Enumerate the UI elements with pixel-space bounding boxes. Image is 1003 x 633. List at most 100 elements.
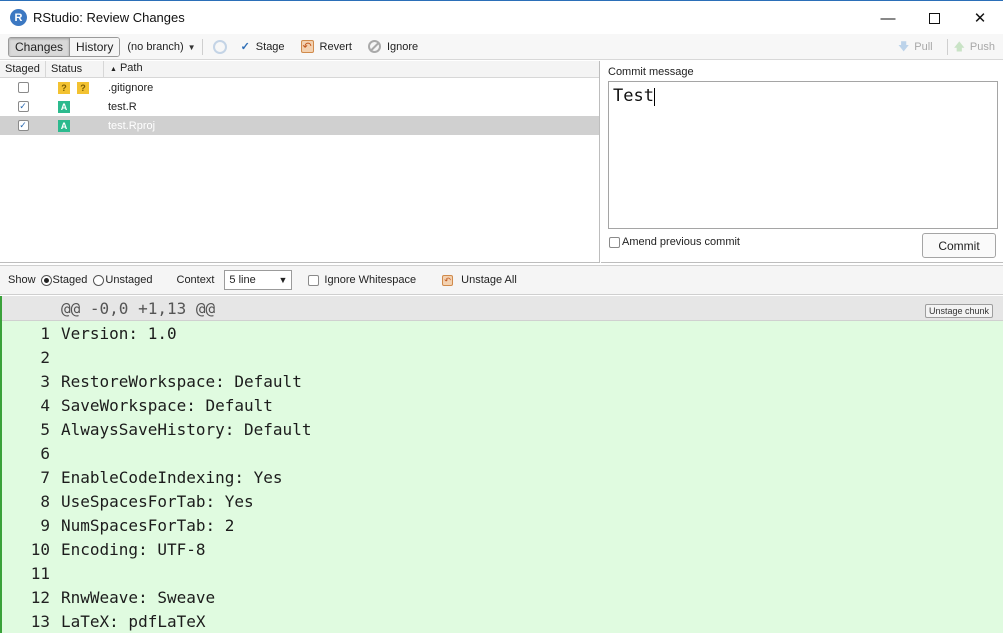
staged-checkbox[interactable] bbox=[17, 82, 29, 93]
diff-line: 12 RnwWeave: Sweave bbox=[2, 585, 1003, 609]
radio-icon bbox=[93, 274, 105, 286]
push-arrow-icon: 🡅 bbox=[953, 40, 965, 53]
staged-checkbox[interactable]: ✓ bbox=[17, 120, 29, 131]
show-label: Show bbox=[8, 274, 36, 286]
chevron-down-icon: ▼ bbox=[187, 42, 196, 52]
line-code: EnableCodeIndexing: Yes bbox=[61, 467, 283, 487]
tab-changes[interactable]: Changes bbox=[9, 37, 70, 56]
minimize-button[interactable]: — bbox=[865, 1, 911, 35]
staged-radio-label: Staged bbox=[52, 274, 88, 286]
diff-line: 2 bbox=[2, 345, 1003, 369]
commit-message-label: Commit message bbox=[608, 66, 694, 78]
path-header-label: Path bbox=[119, 62, 143, 74]
toolbar: Changes History (no branch) ▼ ✓ Stage ↶ R… bbox=[0, 34, 1003, 60]
column-header-path[interactable]: ▲ Path bbox=[104, 60, 143, 78]
line-number: 9 bbox=[40, 515, 50, 535]
column-header-staged[interactable]: Staged bbox=[0, 60, 46, 78]
line-number: 5 bbox=[40, 419, 50, 439]
refresh-icon[interactable] bbox=[212, 39, 227, 54]
file-row[interactable]: ✓ A test.R bbox=[0, 97, 599, 116]
tab-history[interactable]: History bbox=[69, 37, 120, 56]
diff-line: 11 bbox=[2, 561, 1003, 585]
context-value: 5 line bbox=[229, 274, 256, 286]
column-header-status[interactable]: Status bbox=[46, 60, 104, 78]
line-code: Encoding: UTF-8 bbox=[61, 539, 206, 559]
file-list-header: Staged Status ▲ Path bbox=[0, 60, 599, 78]
close-icon: ✕ bbox=[973, 10, 987, 27]
added-status-icon: A bbox=[58, 119, 70, 132]
title-bar: R RStudio: Review Changes — ✕ bbox=[0, 0, 1003, 34]
commit-pane: Commit message Test Amend previous commi… bbox=[601, 61, 1003, 263]
line-number: 2 bbox=[40, 347, 50, 367]
minimize-icon: — bbox=[880, 9, 896, 27]
branch-dropdown[interactable]: (no branch) ▼ bbox=[127, 41, 195, 53]
ignore-whitespace-option[interactable]: Ignore Whitespace bbox=[308, 274, 416, 286]
line-number: 8 bbox=[40, 491, 50, 511]
pull-button[interactable]: 🡇 Pull bbox=[898, 38, 933, 57]
diff-line: 1 Version: 1.0 bbox=[2, 321, 1003, 345]
line-code: NumSpacesForTab: 2 bbox=[61, 515, 235, 535]
ignore-whitespace-checkbox[interactable] bbox=[308, 274, 320, 286]
checkmark-icon: ✓ bbox=[240, 41, 250, 53]
file-row[interactable]: ? ? .gitignore bbox=[0, 78, 599, 97]
show-unstaged-radio[interactable]: Unstaged bbox=[93, 274, 153, 286]
diff-options-bar: Show Staged Unstaged Context 5 line ▼ Ign… bbox=[0, 265, 1003, 295]
line-number: 7 bbox=[40, 467, 50, 487]
file-path: test.Rproj bbox=[108, 119, 156, 132]
line-code: RnwWeave: Sweave bbox=[61, 587, 216, 607]
unstaged-radio-label: Unstaged bbox=[105, 274, 153, 286]
amend-checkbox[interactable] bbox=[609, 236, 620, 248]
line-code: LaTeX: pdfLaTeX bbox=[61, 611, 206, 631]
window-controls: — ✕ bbox=[865, 1, 1003, 35]
diff-line: 6 bbox=[2, 441, 1003, 465]
chevron-down-icon: ▼ bbox=[278, 275, 288, 285]
ignore-whitespace-label: Ignore Whitespace bbox=[324, 274, 417, 286]
diff-line: 3 RestoreWorkspace: Default bbox=[2, 369, 1003, 393]
commit-message-input[interactable]: Test bbox=[608, 81, 998, 229]
amend-label: Amend previous commit bbox=[622, 236, 740, 248]
unstage-all-button[interactable]: ↶ Unstage All bbox=[442, 274, 517, 286]
untracked-status-icon: ? bbox=[77, 81, 89, 94]
unstage-all-label: Unstage All bbox=[461, 274, 517, 286]
show-staged-radio[interactable]: Staged bbox=[40, 274, 88, 286]
diff-line: 13 LaTeX: pdfLaTeX bbox=[2, 609, 1003, 633]
view-tabs: Changes History bbox=[8, 36, 121, 57]
status-cell: A bbox=[46, 119, 104, 132]
staged-checkbox[interactable]: ✓ bbox=[17, 101, 29, 112]
commit-message-text: Test bbox=[613, 86, 654, 106]
line-number: 12 bbox=[30, 587, 50, 607]
revert-button[interactable]: ↶ Revert bbox=[300, 40, 352, 53]
commit-button[interactable]: Commit bbox=[922, 233, 996, 258]
pull-arrow-icon: 🡇 bbox=[897, 40, 910, 53]
revert-icon: ↶ bbox=[442, 274, 454, 286]
diff-line: 9 NumSpacesForTab: 2 bbox=[2, 513, 1003, 537]
stage-button[interactable]: ✓ Stage bbox=[240, 40, 285, 54]
ignore-button[interactable]: Ignore bbox=[367, 40, 418, 53]
file-path: test.R bbox=[108, 100, 137, 113]
maximize-button[interactable] bbox=[911, 1, 957, 35]
line-code: AlwaysSaveHistory: Default bbox=[61, 419, 312, 439]
context-select[interactable]: 5 line ▼ bbox=[224, 270, 293, 290]
line-code: RestoreWorkspace: Default bbox=[61, 371, 302, 391]
text-cursor bbox=[653, 88, 655, 106]
revert-label: Revert bbox=[319, 40, 352, 53]
line-number: 10 bbox=[30, 539, 50, 559]
line-code: UseSpacesForTab: Yes bbox=[61, 491, 254, 511]
sort-ascending-icon: ▲ bbox=[110, 66, 117, 73]
diff-line: 4 SaveWorkspace: Default bbox=[2, 393, 1003, 417]
file-row-selected[interactable]: ✓ A test.Rproj bbox=[0, 116, 599, 135]
amend-option[interactable]: Amend previous commit bbox=[609, 236, 740, 248]
line-code: SaveWorkspace: Default bbox=[61, 395, 273, 415]
push-button[interactable]: 🡅 Push bbox=[954, 38, 995, 57]
toolbar-divider bbox=[201, 38, 203, 55]
unstage-chunk-button[interactable]: Unstage chunk bbox=[924, 304, 993, 318]
line-number: 3 bbox=[40, 371, 50, 391]
close-button[interactable]: ✕ bbox=[957, 1, 1003, 35]
context-label: Context bbox=[176, 274, 215, 286]
line-number: 4 bbox=[40, 395, 50, 415]
status-cell: ? ? bbox=[46, 81, 104, 94]
window-title: RStudio: Review Changes bbox=[33, 10, 185, 25]
line-number: 11 bbox=[30, 563, 50, 583]
line-number: 13 bbox=[30, 611, 50, 631]
maximize-icon bbox=[928, 12, 940, 24]
